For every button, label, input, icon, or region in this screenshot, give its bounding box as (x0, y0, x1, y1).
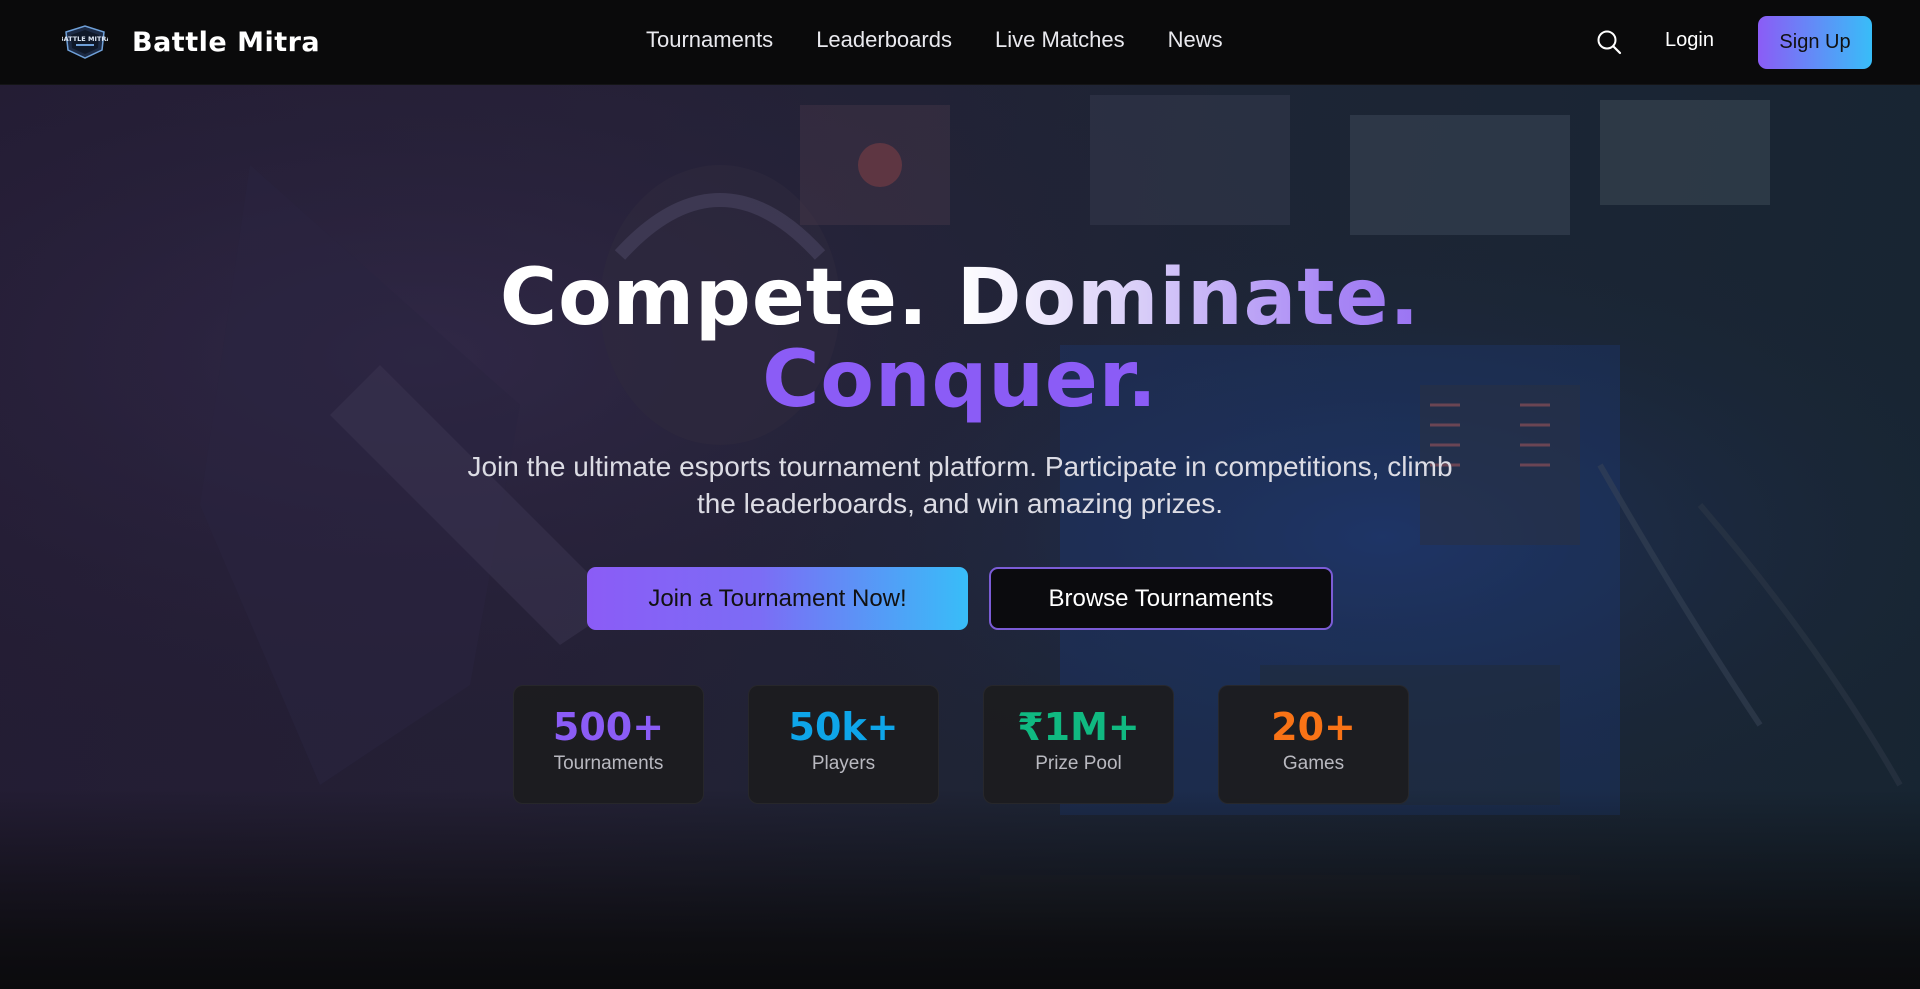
stat-value: 500+ (552, 705, 665, 749)
login-button[interactable]: Login (1665, 29, 1714, 52)
hero-subtitle: Join the ultimate esports tournament pla… (467, 451, 1453, 519)
search-button[interactable] (1594, 28, 1624, 58)
headline-dominate: Dominate. (956, 253, 1421, 343)
hero-section: Compete. Dominate. Conquer. Join the ult… (0, 85, 1920, 989)
hero-bottom-fade (0, 789, 1920, 989)
top-navbar: BATTLE MITRA Battle Mitra Tournaments Le… (0, 0, 1920, 85)
stat-label: Prize Pool (1035, 753, 1122, 774)
stat-card-players: 50k+ Players (748, 685, 939, 804)
join-tournament-button[interactable]: Join a Tournament Now! (587, 567, 968, 630)
stat-label: Players (811, 753, 876, 774)
logo-text-line1: BATTLE MITRA (62, 35, 108, 43)
signup-button[interactable]: Sign Up (1758, 16, 1872, 69)
stat-value: ₹1M+ (1017, 705, 1140, 749)
brand-home-link[interactable]: BATTLE MITRA Battle Mitra (62, 24, 320, 60)
nav-link-tournaments[interactable]: Tournaments (646, 27, 773, 53)
stats-row: 500+ Tournaments 50k+ Players ₹1M+ Prize… (513, 685, 1409, 804)
battle-mitra-shield-logo: BATTLE MITRA (62, 25, 108, 59)
primary-nav: Tournaments Leaderboards Live Matches Ne… (646, 27, 1223, 53)
headline-conquer: Conquer. (762, 335, 1158, 425)
nav-link-live-matches[interactable]: Live Matches (995, 27, 1125, 53)
hero-headline: Compete. Dominate. Conquer. (0, 257, 1920, 421)
brand-name: Battle Mitra (132, 26, 321, 58)
search-icon (1597, 30, 1622, 54)
nav-link-news[interactable]: News (1168, 27, 1223, 53)
stat-card-tournaments: 500+ Tournaments (513, 685, 704, 804)
browse-tournaments-button[interactable]: Browse Tournaments (989, 567, 1333, 630)
nav-link-leaderboards[interactable]: Leaderboards (816, 27, 952, 53)
stat-label: Games (1282, 753, 1345, 774)
stat-value: 50k+ (788, 705, 899, 749)
stat-value: 20+ (1271, 705, 1356, 749)
stat-label: Tournaments (553, 753, 664, 774)
stat-card-games: 20+ Games (1218, 685, 1409, 804)
headline-compete: Compete. (499, 253, 929, 343)
stat-card-prize-pool: ₹1M+ Prize Pool (983, 685, 1174, 804)
